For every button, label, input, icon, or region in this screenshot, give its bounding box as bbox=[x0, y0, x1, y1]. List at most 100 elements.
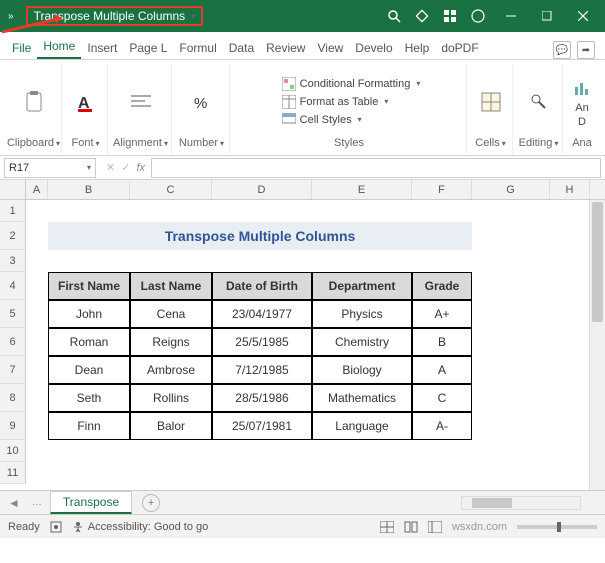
header-dob[interactable]: Date of Birth bbox=[212, 272, 312, 300]
cell[interactable] bbox=[26, 384, 48, 412]
share-button[interactable]: ➦ bbox=[577, 41, 595, 59]
tab-review[interactable]: Review bbox=[260, 37, 311, 59]
maximize-button[interactable] bbox=[529, 0, 565, 32]
cell[interactable] bbox=[550, 272, 590, 300]
number-button[interactable]: % bbox=[188, 88, 216, 116]
cell[interactable] bbox=[472, 250, 550, 272]
tab-view[interactable]: View bbox=[311, 37, 349, 59]
cells-button[interactable] bbox=[477, 88, 505, 116]
cell[interactable] bbox=[550, 412, 590, 440]
col-header-h[interactable]: H bbox=[550, 180, 590, 199]
account-icon[interactable] bbox=[471, 9, 485, 23]
cell[interactable]: Physics bbox=[312, 300, 412, 328]
cell[interactable] bbox=[472, 412, 550, 440]
cell[interactable] bbox=[48, 462, 472, 484]
tab-data[interactable]: Data bbox=[223, 37, 260, 59]
col-header-b[interactable]: B bbox=[48, 180, 130, 199]
col-header-c[interactable]: C bbox=[130, 180, 212, 199]
tab-insert[interactable]: Insert bbox=[81, 37, 123, 59]
cell[interactable]: Roman bbox=[48, 328, 130, 356]
chevron-down-icon[interactable]: ▾ bbox=[87, 163, 91, 172]
cell[interactable] bbox=[472, 272, 550, 300]
row-header[interactable]: 1 bbox=[0, 200, 26, 222]
cell[interactable] bbox=[48, 250, 472, 272]
cell[interactable] bbox=[26, 222, 48, 250]
cell[interactable]: Ambrose bbox=[130, 356, 212, 384]
cell[interactable] bbox=[472, 356, 550, 384]
row-header[interactable]: 2 bbox=[0, 222, 26, 250]
font-button[interactable]: A bbox=[72, 88, 100, 116]
scrollbar-thumb[interactable] bbox=[472, 498, 512, 508]
cell[interactable]: John bbox=[48, 300, 130, 328]
diamond-icon[interactable] bbox=[415, 9, 429, 23]
cell[interactable] bbox=[550, 328, 590, 356]
tab-dopdf[interactable]: doPDF bbox=[435, 37, 484, 59]
view-normal-icon[interactable] bbox=[380, 521, 394, 533]
row-header[interactable]: 7 bbox=[0, 356, 26, 384]
row-header[interactable]: 3 bbox=[0, 250, 26, 272]
horizontal-scrollbar[interactable] bbox=[461, 496, 581, 510]
cell[interactable]: A- bbox=[412, 412, 472, 440]
cell[interactable]: Reigns bbox=[130, 328, 212, 356]
macro-record-icon[interactable] bbox=[50, 521, 62, 533]
header-department[interactable]: Department bbox=[312, 272, 412, 300]
cell[interactable] bbox=[26, 272, 48, 300]
cell[interactable]: A bbox=[412, 356, 472, 384]
cell[interactable]: 7/12/1985 bbox=[212, 356, 312, 384]
tab-help[interactable]: Help bbox=[399, 37, 436, 59]
cell-styles-button[interactable]: Cell Styles▾ bbox=[282, 113, 362, 127]
cell[interactable] bbox=[472, 300, 550, 328]
cell[interactable] bbox=[550, 300, 590, 328]
header-grade[interactable]: Grade bbox=[412, 272, 472, 300]
minimize-button[interactable] bbox=[493, 0, 529, 32]
cell[interactable]: Mathematics bbox=[312, 384, 412, 412]
cell[interactable]: Balor bbox=[130, 412, 212, 440]
cell[interactable]: Rollins bbox=[130, 384, 212, 412]
cell[interactable] bbox=[550, 462, 590, 484]
title-cell[interactable]: Transpose Multiple Columns bbox=[48, 222, 472, 250]
comments-button[interactable]: 💬 bbox=[553, 41, 571, 59]
cell[interactable]: Language bbox=[312, 412, 412, 440]
cell[interactable] bbox=[26, 300, 48, 328]
close-button[interactable] bbox=[565, 0, 601, 32]
cell[interactable] bbox=[472, 384, 550, 412]
cell[interactable]: 23/04/1977 bbox=[212, 300, 312, 328]
clipboard-button[interactable] bbox=[20, 88, 48, 116]
col-header-a[interactable]: A bbox=[26, 180, 48, 199]
row-header[interactable]: 9 bbox=[0, 412, 26, 440]
name-box[interactable]: R17 ▾ bbox=[4, 158, 96, 178]
cell[interactable] bbox=[550, 200, 590, 222]
editing-button[interactable] bbox=[525, 88, 553, 116]
row-header[interactable]: 8 bbox=[0, 384, 26, 412]
cell[interactable]: Chemistry bbox=[312, 328, 412, 356]
row-header[interactable]: 10 bbox=[0, 440, 26, 462]
cell[interactable]: C bbox=[412, 384, 472, 412]
cell[interactable] bbox=[48, 440, 472, 462]
cell[interactable] bbox=[48, 200, 472, 222]
cell[interactable] bbox=[472, 440, 550, 462]
row-header[interactable]: 4 bbox=[0, 272, 26, 300]
zoom-thumb[interactable] bbox=[557, 522, 561, 532]
row-header[interactable]: 5 bbox=[0, 300, 26, 328]
cell[interactable] bbox=[26, 412, 48, 440]
grid-icon[interactable] bbox=[443, 9, 457, 23]
vertical-scrollbar[interactable] bbox=[589, 200, 605, 490]
row-header[interactable]: 11 bbox=[0, 462, 26, 484]
scrollbar-thumb[interactable] bbox=[592, 202, 603, 322]
accessibility-status[interactable]: Accessibility: Good to go bbox=[72, 521, 208, 533]
header-last-name[interactable]: Last Name bbox=[130, 272, 212, 300]
cell[interactable]: Finn bbox=[48, 412, 130, 440]
chevron-down-icon[interactable]: ▾ bbox=[191, 12, 195, 21]
cell[interactable] bbox=[26, 440, 48, 462]
cell[interactable]: 28/5/1986 bbox=[212, 384, 312, 412]
cell[interactable] bbox=[472, 222, 550, 250]
cell[interactable] bbox=[550, 222, 590, 250]
cell[interactable]: Seth bbox=[48, 384, 130, 412]
cell[interactable] bbox=[550, 250, 590, 272]
enter-formula-icon[interactable]: ✓ bbox=[121, 161, 130, 174]
tab-page-layout[interactable]: Page L bbox=[123, 37, 173, 59]
tab-home[interactable]: Home bbox=[37, 35, 81, 59]
sheet-nav-more[interactable]: … bbox=[28, 497, 46, 508]
cell[interactable] bbox=[472, 200, 550, 222]
cell[interactable]: 25/07/1981 bbox=[212, 412, 312, 440]
